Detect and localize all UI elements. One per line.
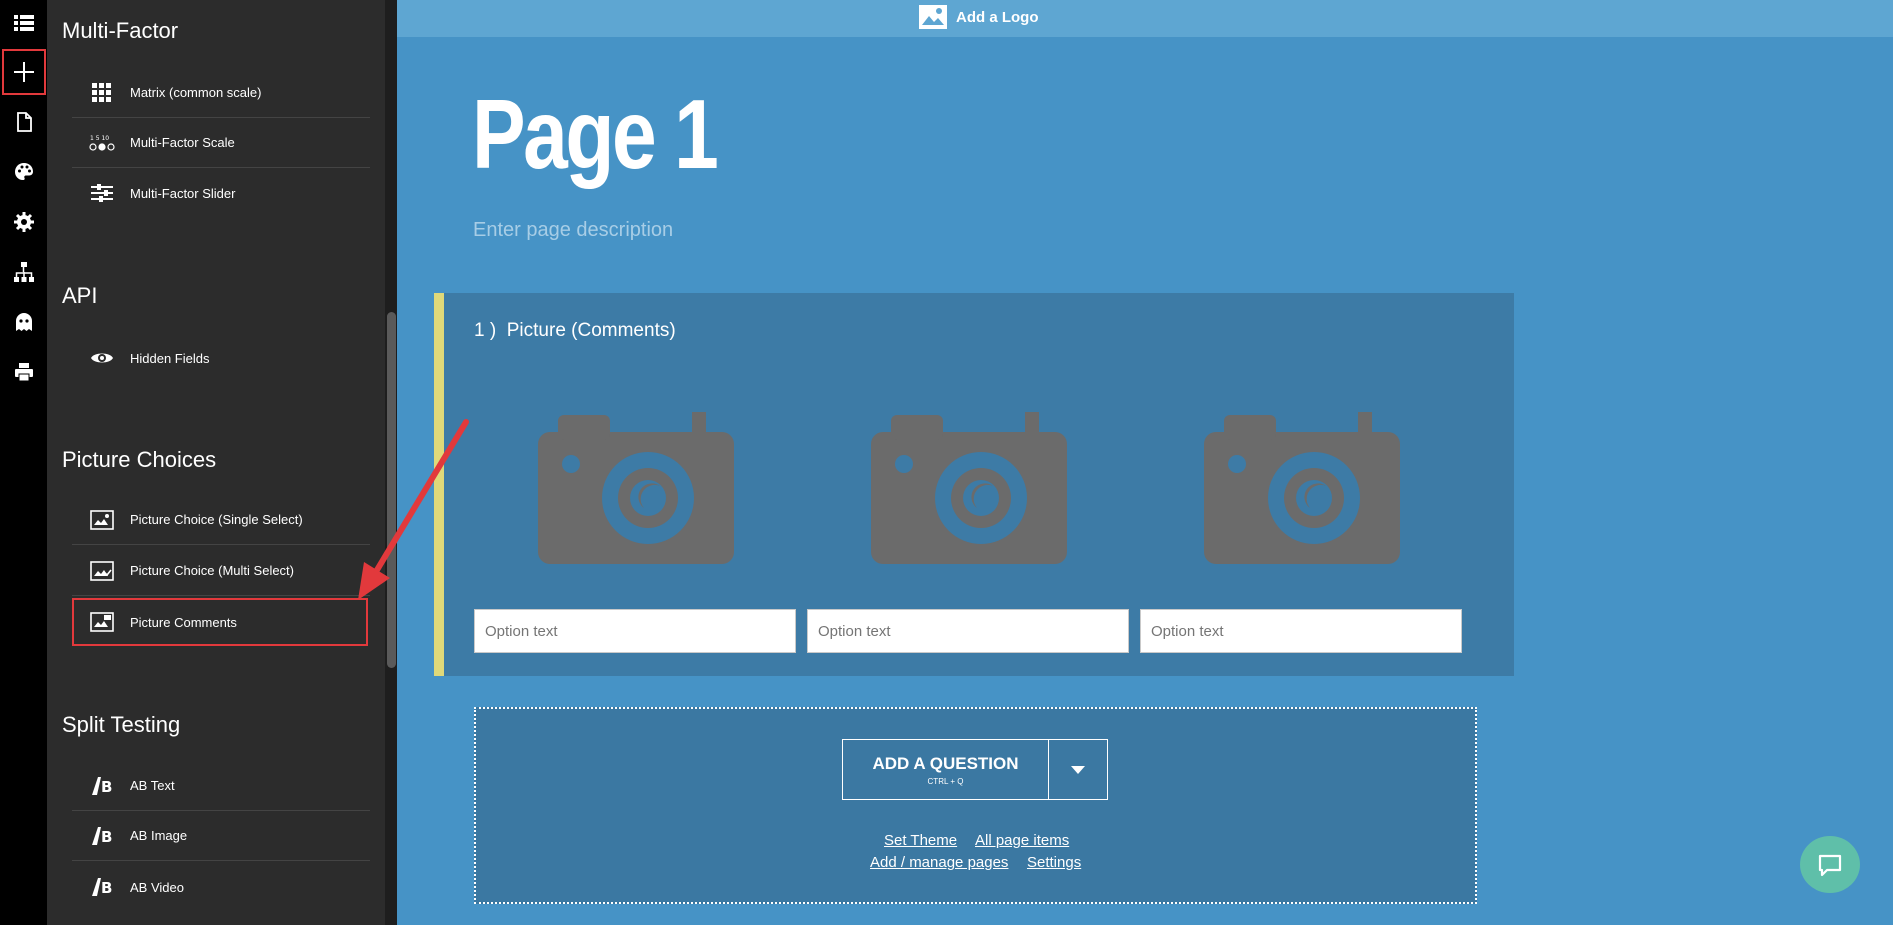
sidebar-item-picture-choice-multi[interactable]: Picture Choice (Multi Select) [72, 546, 370, 596]
question-title-text: Picture (Comments) [506, 320, 676, 341]
image-icon [919, 5, 947, 29]
svg-text:B: B [101, 828, 112, 846]
add-logo-button[interactable]: Add a Logo [918, 2, 1039, 32]
ab-icon: B [84, 774, 120, 798]
picture-choice-multi-icon [84, 559, 120, 583]
svg-text:B: B [101, 879, 112, 897]
page-description[interactable]: Enter page description [473, 219, 673, 242]
sidebar-item-ab-image[interactable]: B AB Image [72, 811, 370, 861]
sidebar-item-ab-text[interactable]: B AB Text [72, 761, 370, 811]
list-icon[interactable] [0, 0, 47, 46]
plus-icon[interactable] [2, 49, 46, 95]
logo-bar [397, 0, 1893, 37]
sidebar-item-label: Picture Choice (Multi Select) [130, 563, 294, 578]
settings-link[interactable]: Settings [1027, 854, 1081, 871]
chat-bubble-icon [1818, 854, 1842, 876]
sidebar-item-label: Multi-Factor Slider [130, 185, 236, 201]
option-text-input-1[interactable] [474, 609, 796, 653]
section-title-split-testing: Split Testing [62, 712, 181, 737]
section-title-picture-choices: Picture Choices [62, 447, 217, 472]
all-page-items-link[interactable]: All page items [975, 832, 1069, 849]
gear-icon[interactable] [0, 199, 47, 245]
section-title-api: API [62, 283, 98, 308]
page-title[interactable]: Page 1 [472, 78, 719, 191]
caret-down-icon [1071, 765, 1085, 774]
sidebar-item-multi-factor-slider[interactable]: Multi-Factor Slider [72, 168, 370, 218]
ghost-icon[interactable] [0, 299, 47, 345]
sidebar-scrollbar-thumb[interactable] [387, 312, 396, 668]
add-question-button[interactable]: ADD A QUESTION CTRL + Q [843, 740, 1049, 799]
sidebar-item-picture-choice-single[interactable]: Picture Choice (Single Select) [72, 495, 370, 545]
add-question-button-group: ADD A QUESTION CTRL + Q [842, 739, 1108, 800]
chat-button[interactable] [1800, 836, 1860, 893]
eye-icon [84, 346, 120, 370]
option-text-input-3[interactable] [1140, 609, 1462, 653]
sidebar-item-label: AB Video [130, 879, 184, 895]
slider-icon [84, 181, 120, 205]
scale-icon: 1 5 10 [84, 131, 120, 155]
question-active-bar [434, 293, 444, 676]
sidebar-item-multi-factor-scale[interactable]: 1 5 10 Multi-Factor Scale [72, 118, 370, 168]
page-icon[interactable] [0, 99, 47, 145]
camera-icon[interactable] [871, 412, 1067, 564]
section-title-multi-factor: Multi-Factor [62, 18, 179, 43]
sidebar-item-hidden-fields[interactable]: Hidden Fields [72, 333, 370, 383]
question-number: 1 ) [474, 320, 497, 341]
question-title[interactable]: 1 ) Picture (Comments) [474, 320, 676, 342]
picture-choice-icon [84, 508, 120, 532]
sidebar-item-label: Multi-Factor Scale [130, 135, 235, 150]
print-icon[interactable] [0, 349, 47, 395]
ab-icon: B [84, 875, 120, 899]
add-manage-pages-link[interactable]: Add / manage pages [870, 854, 1008, 871]
icon-rail [0, 0, 47, 925]
sidebar-item-label: AB Text [130, 778, 175, 793]
svg-text:B: B [101, 778, 112, 796]
add-question-area [474, 707, 1477, 904]
sidebar-item-label: AB Image [130, 828, 188, 843]
sidebar-item-ab-video[interactable]: B AB Video [72, 862, 370, 912]
add-question-dropdown[interactable] [1049, 740, 1107, 799]
ab-icon: B [84, 824, 120, 848]
option-text-input-2[interactable] [807, 609, 1129, 653]
set-theme-link[interactable]: Set Theme [884, 832, 957, 849]
sitemap-icon[interactable] [0, 249, 47, 295]
camera-icon[interactable] [538, 412, 734, 564]
grid-icon [84, 81, 120, 105]
sidebar-item-label: Matrix (common scale) [130, 85, 262, 100]
add-question-label: ADD A QUESTION [872, 753, 1019, 773]
add-logo-label: Add a Logo [956, 8, 1039, 26]
add-question-shortcut: CTRL + Q [927, 776, 964, 786]
palette-icon[interactable] [0, 149, 47, 195]
highlight-box [72, 598, 368, 646]
camera-icon[interactable] [1204, 412, 1400, 564]
svg-text:1 5 10: 1 5 10 [90, 135, 109, 142]
sidebar-item-label: Hidden Fields [130, 350, 210, 366]
sidebar-item-label: Picture Choice (Single Select) [130, 512, 303, 527]
sidebar-item-matrix[interactable]: Matrix (common scale) [72, 68, 370, 118]
